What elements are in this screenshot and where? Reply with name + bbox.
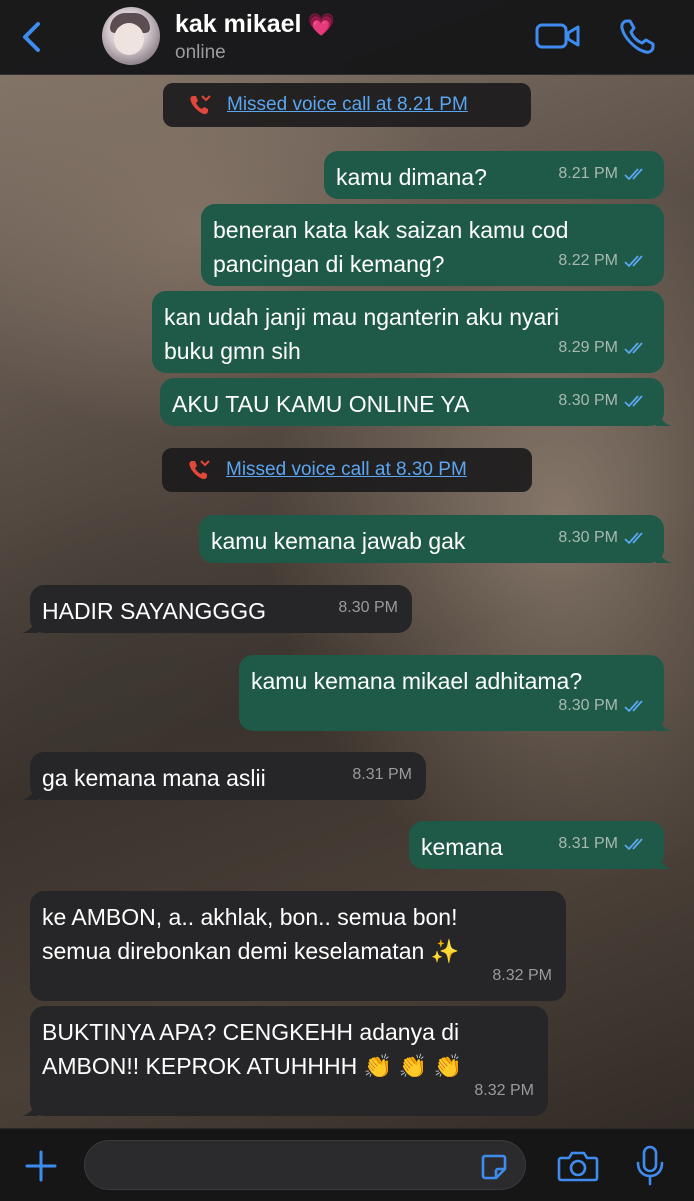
message-bubble-outgoing[interactable]: kemana 8.31 PM — [409, 821, 672, 869]
sticker-icon[interactable] — [480, 1153, 508, 1181]
missed-call-icon — [190, 95, 211, 115]
message-bubble-outgoing[interactable]: kan udah janji mau nganterin aku nyari b… — [152, 291, 664, 373]
message-time: 8.29 PM — [558, 339, 618, 356]
message-text: ke AMBON, a.. akhlak, bon.. semua bon! s… — [42, 904, 460, 964]
missed-call-icon — [189, 460, 210, 480]
message-time: 8.32 PM — [474, 1082, 534, 1099]
contact-name-text: kak mikael — [175, 10, 302, 38]
message-meta: 8.22 PM — [558, 244, 650, 278]
chat-header: kak mikael 💗 online — [0, 0, 694, 75]
video-call-icon[interactable] — [535, 20, 581, 52]
missed-call-notice[interactable]: Missed voice call at 8.21 PM — [163, 83, 531, 127]
read-receipt-icon — [624, 700, 643, 713]
bubble-tail — [656, 549, 672, 563]
read-receipt-icon — [624, 255, 643, 268]
message-bubble-outgoing[interactable]: kamu kemana jawab gak 8.30 PM — [199, 515, 672, 563]
bubble-tail — [656, 412, 672, 426]
bubble-tail — [656, 717, 672, 731]
message-bubble-outgoing[interactable]: kamu kemana mikael adhitama? 8.30 PM — [239, 655, 672, 731]
bubble-tail — [656, 855, 672, 869]
voice-call-icon[interactable] — [618, 18, 656, 56]
message-time: 8.22 PM — [558, 252, 618, 269]
message-time: 8.30 PM — [558, 529, 618, 546]
back-chevron-icon[interactable] — [18, 20, 48, 54]
message-time: 8.30 PM — [338, 599, 398, 616]
heart-emoji: 💗 — [307, 12, 335, 37]
composer-bar — [0, 1128, 694, 1201]
message-bubble-incoming[interactable]: BUKTINYA APA? CENGKEHH adanya di AMBON!!… — [22, 1006, 548, 1116]
message-bubble-incoming[interactable]: ga kemana mana aslii 8.31 PM — [22, 752, 426, 800]
message-meta: 8.32 PM — [474, 1074, 534, 1108]
contact-name[interactable]: kak mikael 💗 — [175, 10, 335, 39]
message-meta: 8.32 PM — [492, 959, 552, 993]
bubble-tail — [22, 1102, 38, 1116]
message-meta: 8.29 PM — [558, 331, 650, 365]
plus-icon[interactable] — [24, 1149, 58, 1183]
read-receipt-icon — [624, 168, 643, 181]
message-text: BUKTINYA APA? CENGKEHH adanya di AMBON!!… — [42, 1019, 463, 1079]
message-time: 8.32 PM — [492, 967, 552, 984]
message-meta: 8.21 PM — [558, 157, 650, 191]
contact-status: online — [175, 42, 226, 63]
bubble-tail — [22, 786, 38, 800]
message-bubble-outgoing[interactable]: kamu dimana? 8.21 PM — [324, 151, 664, 199]
message-bubble-incoming[interactable]: HADIR SAYANGGGG 8.30 PM — [22, 585, 412, 633]
read-receipt-icon — [624, 395, 643, 408]
message-meta: 8.30 PM — [558, 384, 650, 418]
read-receipt-icon — [624, 838, 643, 851]
read-receipt-icon — [624, 342, 643, 355]
message-bubble-outgoing[interactable]: beneran kata kak saizan kamu cod pancing… — [201, 204, 664, 286]
camera-icon[interactable] — [557, 1149, 599, 1183]
message-time: 8.30 PM — [558, 697, 618, 714]
microphone-icon[interactable] — [634, 1145, 666, 1187]
message-bubble-outgoing[interactable]: AKU TAU KAMU ONLINE YA 8.30 PM — [160, 378, 672, 426]
message-meta: 8.30 PM — [558, 521, 650, 555]
message-time: 8.31 PM — [352, 766, 412, 783]
message-time: 8.31 PM — [558, 835, 618, 852]
read-receipt-icon — [624, 532, 643, 545]
message-bubble-incoming[interactable]: ke AMBON, a.. akhlak, bon.. semua bon! s… — [30, 891, 566, 1001]
missed-call-notice[interactable]: Missed voice call at 8.30 PM — [162, 448, 532, 492]
message-time: 8.30 PM — [558, 392, 618, 409]
missed-call-link[interactable]: Missed voice call at 8.30 PM — [226, 459, 467, 481]
message-input[interactable] — [84, 1140, 526, 1190]
message-meta: 8.31 PM — [558, 827, 650, 861]
message-meta: 8.30 PM — [338, 591, 398, 625]
bubble-tail — [22, 619, 38, 633]
message-time: 8.21 PM — [558, 165, 618, 182]
message-meta: 8.30 PM — [558, 689, 650, 723]
message-meta: 8.31 PM — [352, 758, 412, 792]
contact-avatar[interactable] — [102, 7, 160, 65]
missed-call-link[interactable]: Missed voice call at 8.21 PM — [227, 94, 468, 116]
